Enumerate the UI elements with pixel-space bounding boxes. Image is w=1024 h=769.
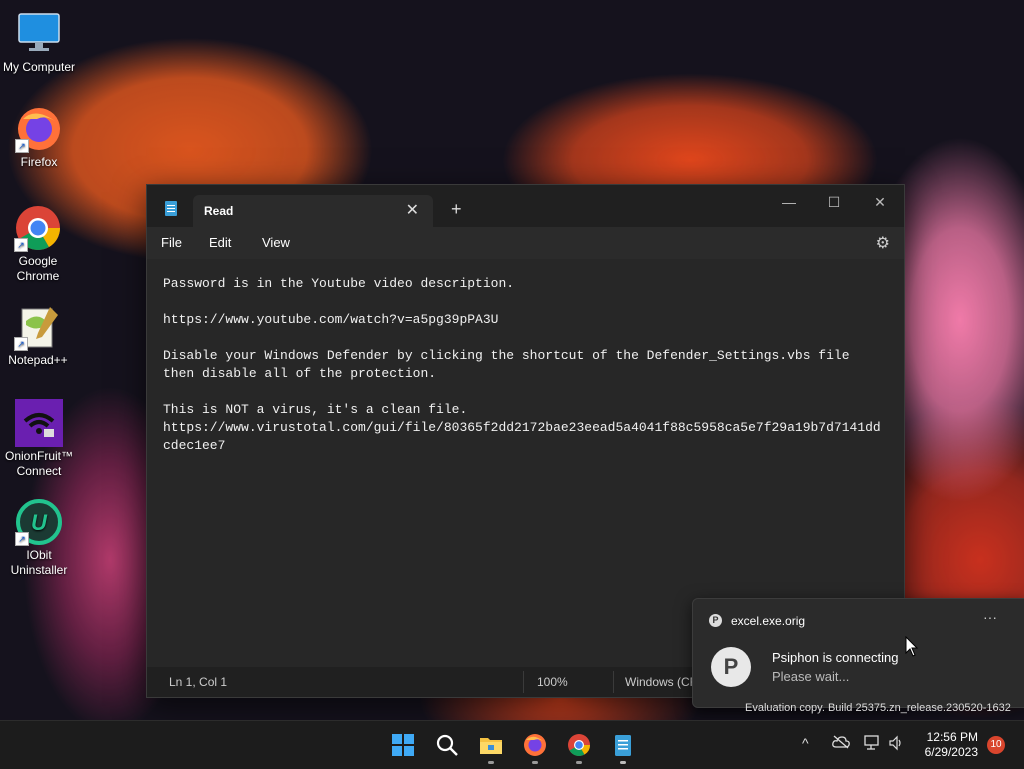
shortcut-arrow-icon: ↗ [15,532,29,546]
desktop-icon-label: OnionFruit™ Connect [4,449,74,478]
notepad-taskbar-icon[interactable] [611,733,635,757]
firefox-icon: ↗ [15,105,63,153]
desktop-icon-iobit[interactable]: U ↗ IObit Uninstaller [0,498,78,578]
shortcut-arrow-icon: ↗ [14,337,28,351]
running-indicator [488,761,494,764]
line-ending: Windows (CR [625,675,699,689]
editor-line: This is NOT a virus, it's a clean file. [163,402,468,417]
search-icon[interactable] [435,733,459,757]
editor-line: https://www.virustotal.com/gui/file/8036… [163,420,881,435]
notepad-app-icon [165,201,177,216]
psiphon-toast-notification[interactable]: P excel.exe.orig ··· P Psiphon is connec… [692,598,1024,708]
tray-chevron-up-icon[interactable]: ^ [802,735,809,751]
chrome-taskbar-icon[interactable] [567,733,591,757]
tab-close-button[interactable]: ✕ [406,200,419,220]
editor-line: cdec1ee7 [163,438,226,453]
network-icon[interactable] [864,735,882,754]
notepadpp-icon: ↗ [14,303,62,351]
file-explorer-icon[interactable] [479,733,503,757]
status-separator [613,671,614,693]
desktop-icon-label: Notepad++ [8,353,68,367]
cursor-position: Ln 1, Col 1 [169,675,228,689]
psiphon-icon: P [711,647,751,687]
new-tab-button[interactable]: + [451,199,462,220]
desktop-icon-my-computer[interactable]: My Computer [0,10,78,75]
desktop-icon-label: Google Chrome [16,254,60,283]
toast-title: Psiphon is connecting [772,650,899,665]
desktop-icon-onionfruit[interactable]: OnionFruit™ Connect [0,399,78,479]
editor-line: Disable your Windows Defender by clickin… [163,348,850,363]
editor-line: https://www.youtube.com/watch?v=a5pg39pP… [163,312,499,327]
shortcut-arrow-icon: ↗ [15,139,29,153]
tab-title: Read [204,204,234,218]
clock-time: 12:56 PM [926,730,978,744]
close-button[interactable]: ✕ [860,189,900,215]
clock[interactable]: 12:56 PM 6/29/2023 [918,730,978,760]
onionfruit-icon [15,399,63,447]
desktop-icon-label: Firefox [20,155,58,169]
mouse-cursor-icon [905,636,919,657]
desktop-icon-firefox[interactable]: ↗ Firefox [0,105,78,170]
title-bar[interactable]: Read ✕ + — ☐ ✕ [147,185,904,227]
onedrive-cloud-icon[interactable] [832,735,850,752]
volume-icon[interactable] [888,735,904,754]
desktop-icon-notepadpp[interactable]: ↗ Notepad++ [0,303,76,368]
menu-file[interactable]: File [161,235,182,250]
toast-body: Please wait... [772,669,850,684]
iobit-icon: U ↗ [15,498,63,546]
running-indicator [620,761,626,764]
svg-text:U: U [31,510,48,535]
desktop-icon-label: My Computer [2,60,76,74]
desktop-icon-chrome[interactable]: ↗ Google Chrome [0,204,76,284]
minimize-button[interactable]: — [769,189,809,215]
taskbar: ^ 12:56 PM 6/29/2023 10 [0,720,1024,769]
menu-edit[interactable]: Edit [209,235,231,250]
menu-bar: File Edit View ⚙ [147,227,904,259]
desktop-icon-label: IObit Uninstaller [10,548,68,577]
chrome-icon: ↗ [14,204,62,252]
maximize-button[interactable]: ☐ [814,189,854,215]
tab-read[interactable]: Read ✕ [193,195,433,227]
editor-line: then disable all of the protection. [163,366,437,381]
running-indicator [532,761,538,764]
toast-app-name: excel.exe.orig [731,614,806,628]
firefox-taskbar-icon[interactable] [523,733,547,757]
editor-line: Password is in the Youtube video descrip… [163,276,515,291]
zoom-level: 100% [537,675,568,689]
shortcut-arrow-icon: ↗ [14,238,28,252]
status-separator [523,671,524,693]
notification-badge[interactable]: 10 [987,736,1005,754]
settings-gear-icon[interactable]: ⚙ [876,233,890,253]
start-button-windows-icon[interactable] [391,733,415,757]
toast-more-button[interactable]: ··· [983,609,997,625]
clock-date: 6/29/2023 [924,745,978,759]
evaluation-watermark: Evaluation copy. Build 25375.zn_release.… [745,702,1011,714]
monitor-icon [15,10,63,58]
menu-view[interactable]: View [262,235,290,250]
running-indicator [576,761,582,764]
psiphon-small-icon: P [709,614,722,627]
